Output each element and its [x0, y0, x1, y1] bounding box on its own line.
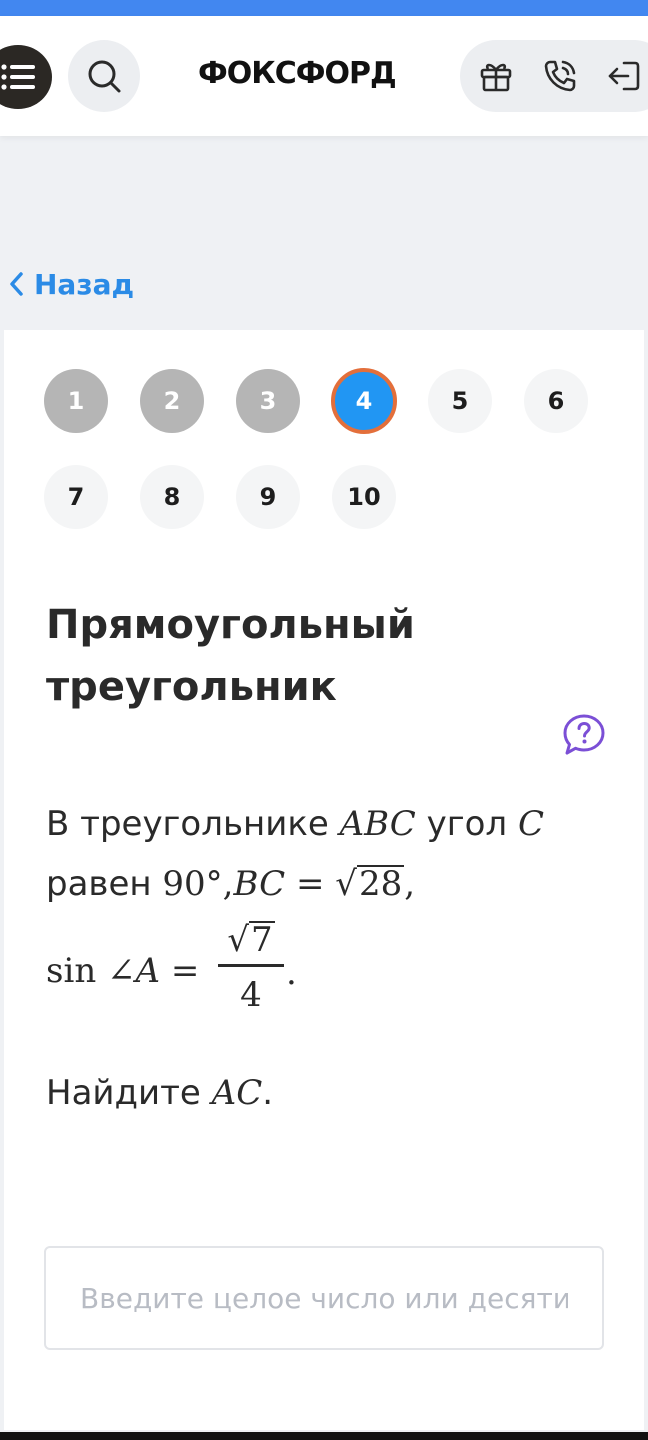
step-7[interactable]: 7	[44, 465, 108, 529]
phone-icon	[544, 60, 576, 92]
task-line-2: равен 90°,BC = √28,	[46, 864, 416, 904]
bottom-bar	[0, 1432, 648, 1440]
header-actions	[460, 40, 648, 112]
answer-input[interactable]	[46, 1248, 602, 1348]
fraction-bar	[218, 964, 284, 967]
step-1[interactable]: 1	[44, 369, 108, 433]
step-2[interactable]: 2	[140, 369, 204, 433]
back-label: Назад	[34, 267, 135, 301]
task-title: Прямоугольный треугольник	[46, 602, 415, 710]
menu-button[interactable]	[0, 45, 52, 109]
step-5[interactable]: 5	[428, 369, 492, 433]
step-4-current[interactable]: 4	[331, 368, 397, 434]
fraction: √7 4	[218, 920, 284, 1015]
answer-field[interactable]	[44, 1246, 604, 1350]
task-question: Найдите AC.	[46, 1073, 274, 1113]
search-button[interactable]	[68, 40, 140, 112]
fraction-period: .	[286, 953, 297, 993]
brand-logo[interactable]: ФОКСФОРД	[198, 54, 397, 94]
menu-icon	[1, 64, 35, 90]
fraction-denominator: 4	[240, 975, 262, 1015]
chevron-left-icon	[8, 271, 24, 297]
step-6[interactable]: 6	[524, 369, 588, 433]
gift-button[interactable]	[476, 56, 516, 96]
phone-button[interactable]	[540, 56, 580, 96]
header: ФОКСФОРД	[0, 16, 648, 136]
step-8[interactable]: 8	[140, 465, 204, 529]
gift-icon	[480, 63, 512, 92]
step-10[interactable]: 10	[332, 465, 396, 529]
fraction-numerator: √7	[227, 920, 275, 960]
login-icon	[608, 61, 640, 91]
search-icon	[88, 60, 121, 93]
help-button[interactable]	[562, 713, 606, 757]
back-link[interactable]: Назад	[8, 264, 134, 304]
top-accent-bar	[0, 0, 648, 16]
help-icon	[563, 714, 605, 755]
step-3[interactable]: 3	[236, 369, 300, 433]
login-button[interactable]	[604, 56, 644, 96]
step-9[interactable]: 9	[236, 465, 300, 529]
task-line-1: В треугольнике ABC угол C	[46, 804, 544, 844]
task-line-3: sin ∠A =	[46, 951, 200, 991]
